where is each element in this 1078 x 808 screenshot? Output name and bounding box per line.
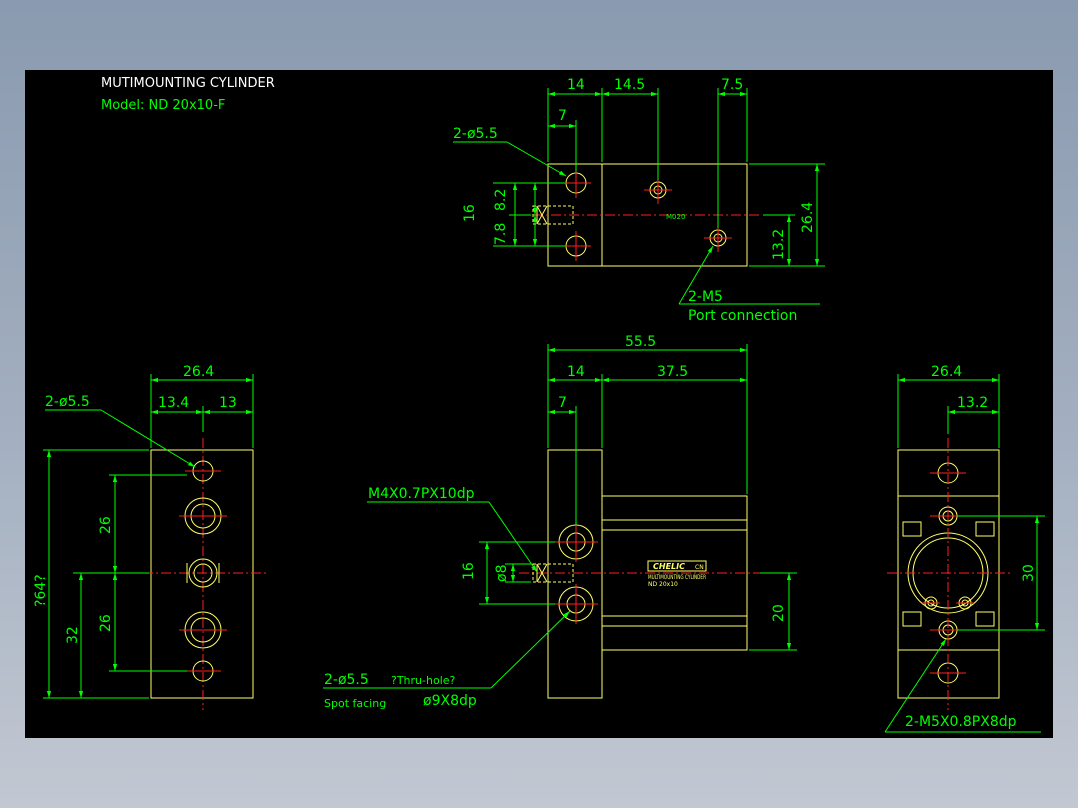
right-thread-note: 2-M5X0.8PX8dp [905, 714, 1017, 730]
top-dim-14: 14 [567, 77, 585, 93]
right-dim-30: 30 [1021, 564, 1037, 582]
drawing-title: MUTIMOUNTING CYLINDER [101, 76, 275, 91]
top-dim-7-8: 7.8 [493, 223, 509, 245]
front-view-flange [547, 449, 603, 699]
front-spot-label: Spot facing [324, 697, 386, 710]
left-dim-13-4: 13.4 [158, 395, 189, 411]
front-dim-7: 7 [558, 395, 567, 411]
right-dim-13-2: 13.2 [957, 395, 988, 411]
drawing-viewport[interactable]: MUTIMOUNTING CYLINDER Model: ND 20x10-F … [25, 70, 1053, 738]
part-mark: M020 [666, 213, 685, 221]
front-view: CHELIC CN MULTIMOUNTING CYLINDER ND 20x1… [323, 334, 797, 710]
left-hole-note: 2-ø5.5 [45, 394, 90, 410]
top-dim-26-4: 26.4 [800, 202, 816, 233]
left-dim-26-4: 26.4 [183, 364, 214, 380]
front-dim-16: 16 [461, 562, 477, 580]
left-dim-64: ?64? [33, 574, 49, 607]
top-dim-13-2: 13.2 [771, 229, 787, 260]
top-dim-7: 7 [558, 108, 567, 124]
port-note: 2-M5 [688, 289, 723, 305]
right-view: 26.4 13.2 30 2-M5X0.8PX8dp [884, 364, 1045, 733]
front-hole-note: 2-ø5.5 [324, 672, 369, 688]
left-dim-26-upper: 26 [98, 516, 114, 534]
brand-logo: CHELIC [653, 562, 685, 571]
front-spot-value: ø9X8dp [423, 693, 477, 709]
top-dim-7-5: 7.5 [721, 77, 743, 93]
top-dim-8-2: 8.2 [493, 189, 509, 211]
cylinder-label-line2: ND 20x10 [648, 581, 678, 588]
model-label: Model: ND 20x10-F [101, 98, 225, 113]
top-hole-note: 2-ø5.5 [453, 126, 498, 142]
front-dim-14: 14 [567, 364, 585, 380]
right-dim-26-4: 26.4 [931, 364, 962, 380]
front-dim-bore: ø8 [494, 565, 510, 582]
port-description: Port connection [688, 308, 797, 324]
top-view: M020 14 14.5 7.5 7 2-ø5.5 16 7.8 8.2 26.… [453, 77, 825, 324]
front-thru-note: ?Thru-hole? [391, 674, 456, 687]
front-thread-note: M4X0.7PX10dp [368, 486, 475, 502]
cad-drawing: MUTIMOUNTING CYLINDER Model: ND 20x10-F … [33, 76, 1045, 733]
left-dim-26-lower: 26 [98, 614, 114, 632]
cylinder-label-line1: MULTIMOUNTING CYLINDER [648, 574, 706, 581]
brand-logo-sub: CN [695, 564, 704, 571]
left-dim-13: 13 [219, 395, 237, 411]
top-dim-14-5: 14.5 [614, 77, 645, 93]
front-dim-55-5: 55.5 [625, 334, 656, 350]
left-view: 26.4 13.4 13 2-ø5.5 ?64? 26 32 26 [33, 364, 267, 710]
top-dim-16: 16 [462, 204, 478, 222]
front-dim-37-5: 37.5 [657, 364, 688, 380]
left-dim-32: 32 [65, 626, 81, 644]
front-dim-20: 20 [771, 604, 787, 622]
